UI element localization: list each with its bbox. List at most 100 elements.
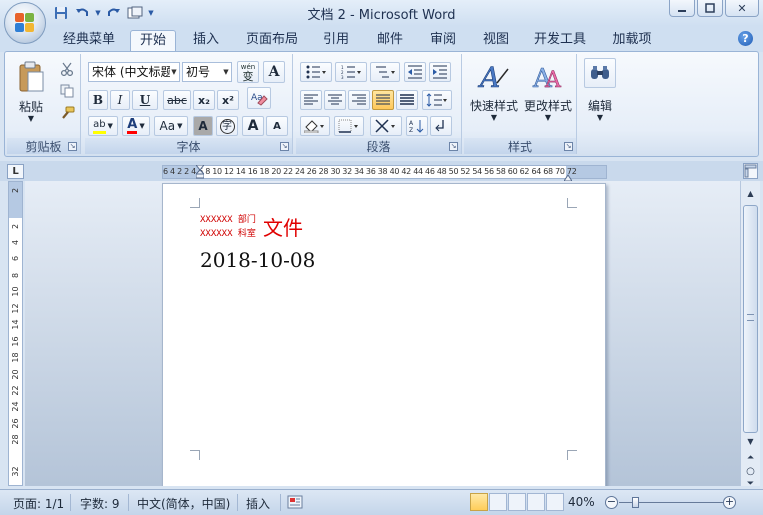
- zoom-thumb[interactable]: [632, 497, 640, 508]
- status-insert-mode[interactable]: 插入: [246, 495, 270, 512]
- find-binoculars-icon[interactable]: [584, 58, 616, 88]
- font-name-dropdown-icon[interactable]: ▼: [169, 63, 179, 81]
- web-layout-view-icon[interactable]: [508, 493, 526, 511]
- office-button[interactable]: [4, 2, 46, 44]
- tab-view[interactable]: 视图: [476, 30, 516, 52]
- format-painter-icon[interactable]: [57, 104, 77, 122]
- scroll-down-icon[interactable]: ▼: [743, 435, 758, 449]
- char-border-icon[interactable]: A: [263, 61, 285, 83]
- highlight-dropdown-icon[interactable]: ▼: [108, 122, 113, 130]
- draft-view-icon[interactable]: [546, 493, 564, 511]
- tab-references[interactable]: 引用: [316, 30, 356, 52]
- tab-insert[interactable]: 插入: [186, 30, 226, 52]
- font-color-button[interactable]: A ▼: [122, 116, 150, 136]
- tab-review[interactable]: 审阅: [423, 30, 463, 52]
- editing-button[interactable]: 编辑: [580, 97, 620, 114]
- print-layout-view-icon[interactable]: [470, 493, 488, 511]
- zoom-out-button[interactable]: −: [605, 496, 618, 509]
- horizontal-ruler[interactable]: 6 4 2 2 4 6 8 10 12 14 16 18 20 22 24 26…: [162, 164, 607, 182]
- line-spacing-icon[interactable]: [422, 90, 452, 110]
- align-right-icon[interactable]: [348, 90, 370, 110]
- enclose-char-icon[interactable]: 字: [216, 116, 238, 136]
- vertical-scrollbar[interactable]: ▲ ▼ ⏶ ○ ⏷: [740, 181, 760, 489]
- status-word-count[interactable]: 字数: 9: [80, 495, 120, 512]
- restore-icon[interactable]: [697, 0, 723, 17]
- scroll-thumb[interactable]: [743, 205, 758, 433]
- align-center-icon[interactable]: [324, 90, 346, 110]
- zoom-in-button[interactable]: +: [723, 496, 736, 509]
- tab-page-layout[interactable]: 页面布局: [240, 30, 304, 52]
- minimize-icon[interactable]: [669, 0, 695, 17]
- shrink-font-button[interactable]: A: [266, 116, 288, 136]
- close-icon[interactable]: ✕: [725, 0, 759, 17]
- italic-button[interactable]: I: [110, 90, 130, 110]
- zoom-slider[interactable]: − +: [605, 496, 737, 510]
- paste-button[interactable]: 粘贴: [11, 98, 51, 115]
- clipboard-launcher-icon[interactable]: ↘: [68, 142, 77, 151]
- font-size-dropdown-icon[interactable]: ▼: [221, 63, 231, 81]
- styles-launcher-icon[interactable]: ↘: [564, 142, 573, 151]
- grow-font-button[interactable]: A: [242, 116, 264, 136]
- shading-icon[interactable]: [300, 116, 330, 136]
- tab-classic-menu[interactable]: 经典菜单: [57, 30, 121, 52]
- phonetic-guide-icon[interactable]: wén 变: [237, 61, 259, 83]
- right-indent-marker-icon[interactable]: [563, 171, 573, 182]
- paste-icon[interactable]: [13, 58, 49, 96]
- font-color-dropdown-icon[interactable]: ▼: [139, 122, 144, 130]
- quick-styles-button[interactable]: 快速样式: [466, 97, 522, 114]
- font-launcher-icon[interactable]: ↘: [280, 142, 289, 151]
- show-marks-icon[interactable]: [430, 116, 452, 136]
- outline-view-icon[interactable]: [527, 493, 545, 511]
- paragraph-launcher-icon[interactable]: ↘: [449, 142, 458, 151]
- view-ruler-icon[interactable]: [743, 163, 758, 179]
- scroll-up-icon[interactable]: ▲: [743, 187, 758, 201]
- distributed-icon[interactable]: [396, 90, 418, 110]
- sort-icon[interactable]: AZ: [406, 116, 428, 136]
- tab-addins[interactable]: 加载项: [606, 30, 658, 52]
- tab-mailings[interactable]: 邮件: [370, 30, 410, 52]
- tab-developer[interactable]: 开发工具: [528, 30, 592, 52]
- status-language[interactable]: 中文(简体，中国): [137, 495, 230, 512]
- underline-button[interactable]: U: [132, 90, 158, 110]
- editing-dropdown-icon[interactable]: ▼: [580, 113, 620, 122]
- font-size-combo[interactable]: 初号 ▼: [182, 62, 232, 82]
- copy-icon[interactable]: [57, 82, 77, 100]
- borders-icon[interactable]: [334, 116, 364, 136]
- quick-styles-icon[interactable]: A: [474, 57, 514, 95]
- header-document-title[interactable]: 文件: [263, 212, 303, 241]
- header-section[interactable]: XXXXXX 科室: [200, 226, 256, 239]
- tab-home[interactable]: 开始: [130, 30, 176, 52]
- change-styles-dropdown-icon[interactable]: ▼: [520, 113, 576, 122]
- increase-indent-icon[interactable]: [429, 62, 451, 82]
- char-shading-button[interactable]: A: [193, 116, 213, 136]
- tab-selector[interactable]: L: [7, 164, 24, 179]
- strikethrough-button[interactable]: abc: [163, 90, 191, 110]
- document-date[interactable]: 2018-10-08: [200, 248, 315, 272]
- macro-record-icon[interactable]: [287, 495, 303, 509]
- full-screen-reading-icon[interactable]: [489, 493, 507, 511]
- superscript-button[interactable]: x²: [217, 90, 239, 110]
- document-page[interactable]: XXXXXX 部门 XXXXXX 科室 文件 2018-10-08: [162, 183, 606, 486]
- quick-styles-dropdown-icon[interactable]: ▼: [466, 113, 522, 122]
- previous-page-icon[interactable]: ⏶: [743, 451, 758, 465]
- asian-layout-icon[interactable]: [370, 116, 402, 136]
- numbering-icon[interactable]: 123: [335, 62, 367, 82]
- decrease-indent-icon[interactable]: [404, 62, 426, 82]
- change-styles-button[interactable]: 更改样式: [520, 97, 576, 114]
- change-case-dropdown-icon[interactable]: ▼: [177, 122, 182, 130]
- change-case-button[interactable]: Aa ▼: [154, 116, 188, 136]
- subscript-button[interactable]: x₂: [193, 90, 215, 110]
- cut-icon[interactable]: [57, 60, 77, 78]
- clear-formatting-icon[interactable]: Aa: [247, 87, 271, 109]
- multilevel-list-icon[interactable]: [370, 62, 400, 82]
- justify-icon[interactable]: [372, 90, 394, 110]
- indent-marker-icon[interactable]: [194, 164, 206, 179]
- bullets-icon[interactable]: [300, 62, 332, 82]
- help-icon[interactable]: ?: [738, 31, 753, 46]
- vertical-ruler[interactable]: 2 2 4 6 8 10 12 14 16 18 20 22 24 26 28 …: [8, 181, 23, 486]
- bold-button[interactable]: B: [88, 90, 108, 110]
- font-name-combo[interactable]: 宋体 (中文标题 ▼: [88, 62, 180, 82]
- zoom-level[interactable]: 40%: [568, 495, 595, 509]
- change-styles-icon[interactable]: AA: [528, 57, 568, 95]
- paste-dropdown-icon[interactable]: ▼: [11, 114, 51, 123]
